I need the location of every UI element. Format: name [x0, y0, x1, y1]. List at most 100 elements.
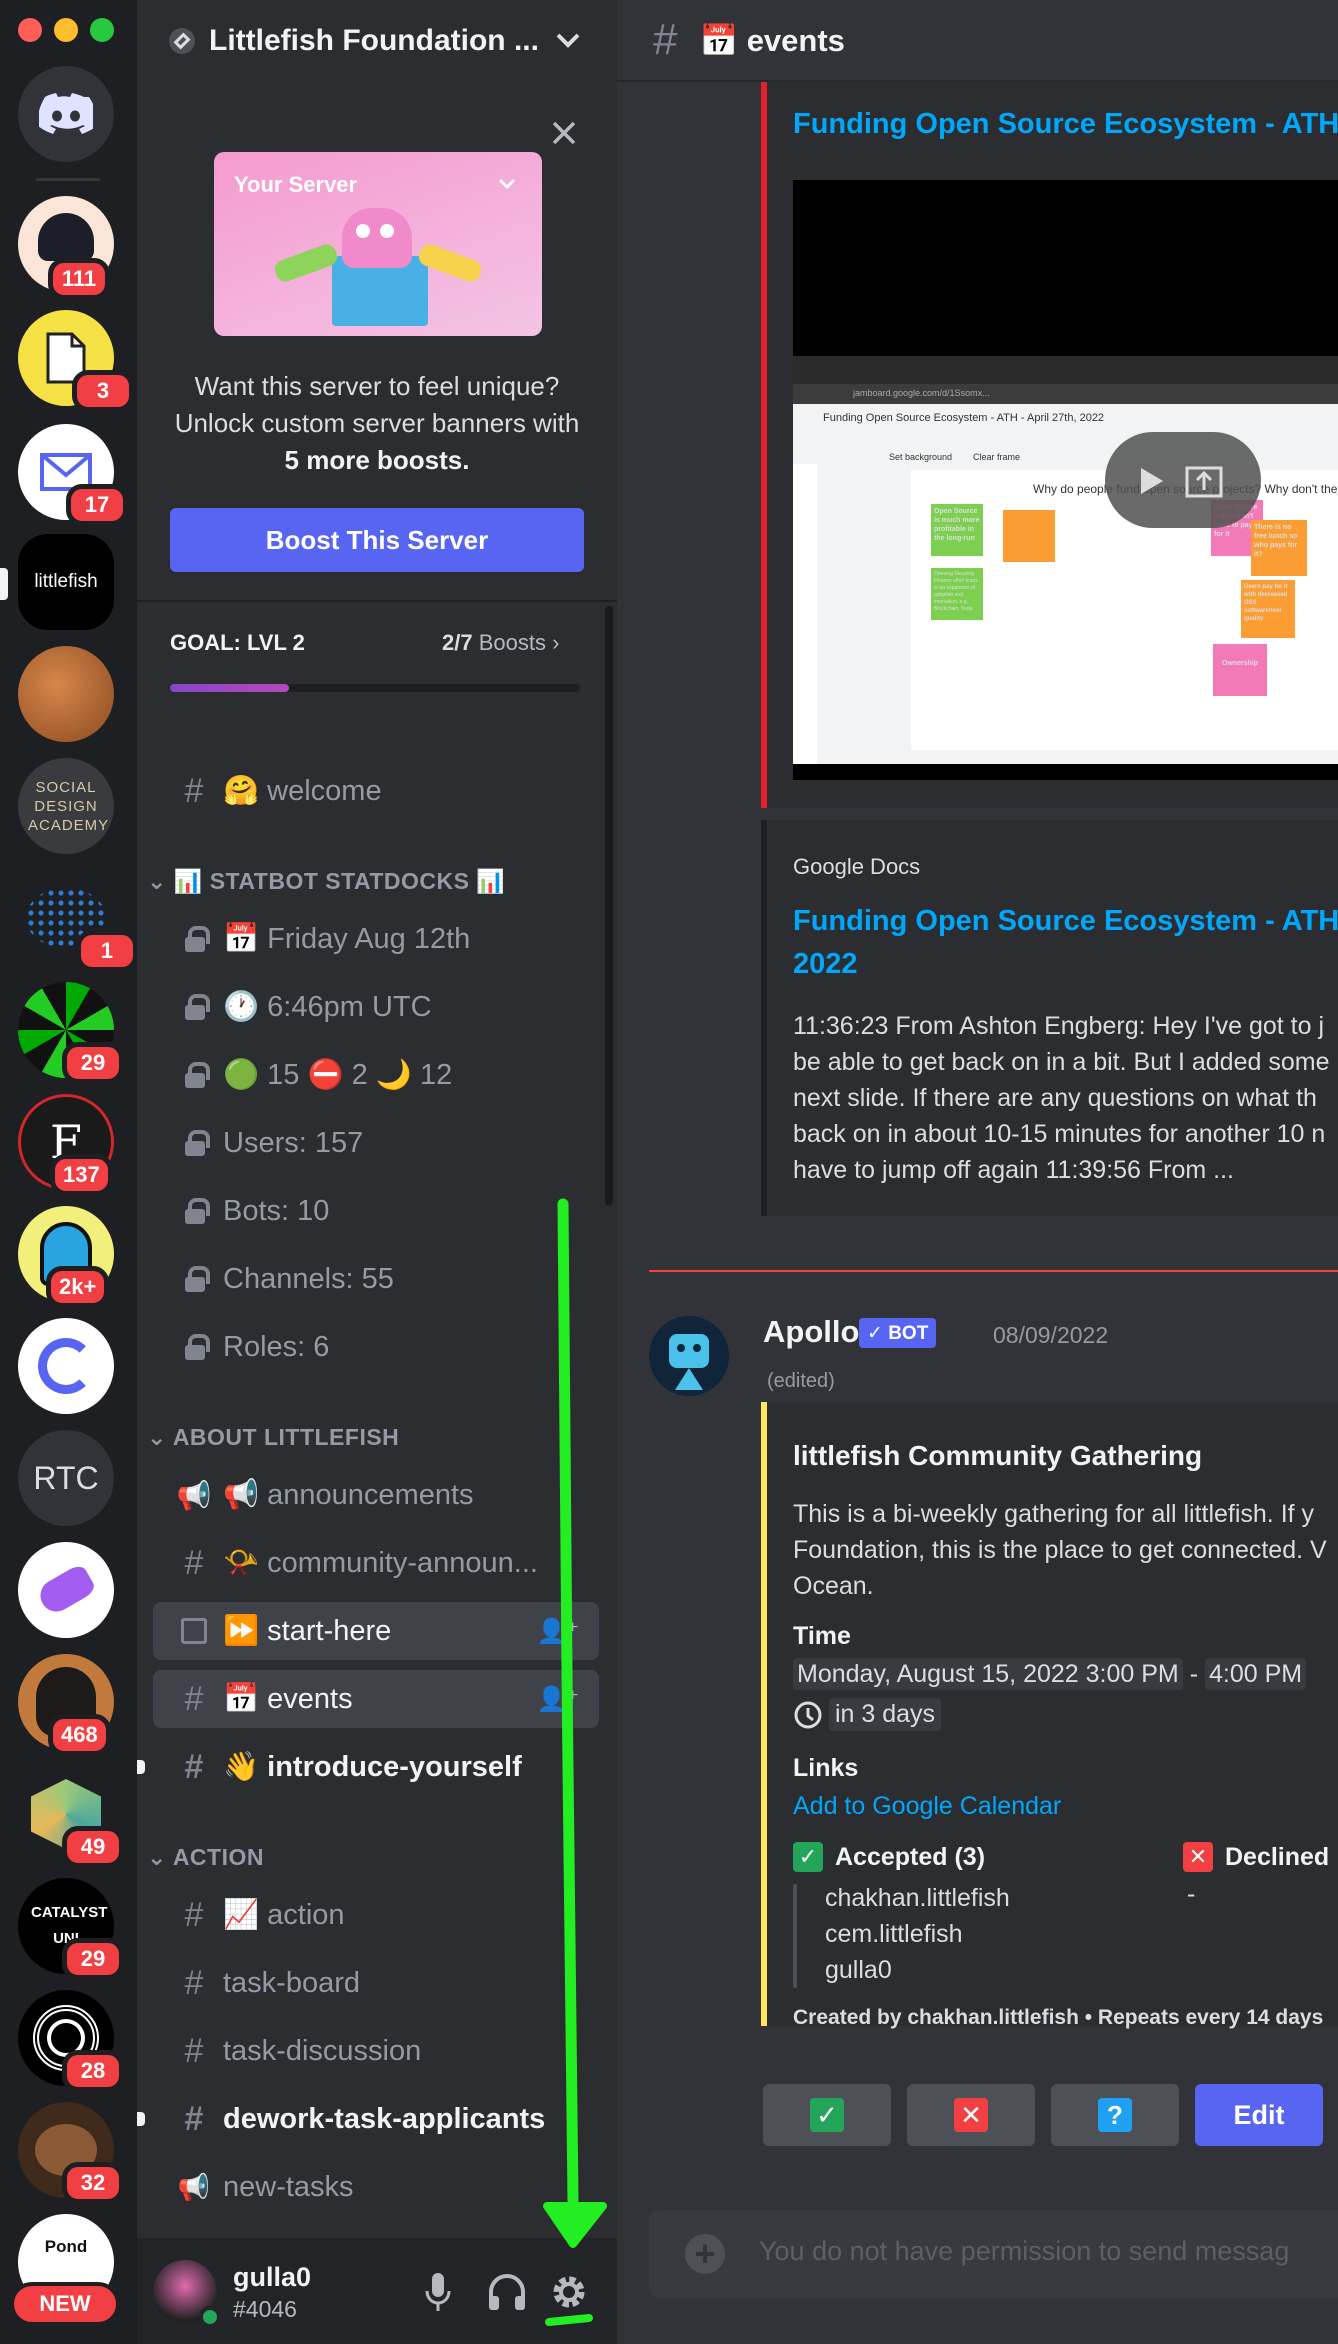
channel-sidebar: Littlefish Foundation ... Your Server Wa…: [137, 0, 617, 2344]
video-player[interactable]: jamboard.google.com/d/1Ssomx... Funding …: [793, 180, 1338, 780]
unread-badge: 32: [62, 2162, 124, 2204]
embed-desc-line: next slide. If there are any questions o…: [793, 1084, 1317, 1112]
message-composer[interactable]: + You do not have permission to send mes…: [649, 2210, 1338, 2298]
event-relative-time: in 3 days: [793, 1698, 942, 1731]
sticky-note: There is no free lunch so who pays for i…: [1251, 520, 1307, 576]
unread-badge: 3: [72, 370, 134, 412]
littlefish-server-label: littlefish: [34, 571, 98, 592]
declined-label: Declined: [1225, 1842, 1330, 1871]
edited-label: (edited): [767, 1370, 835, 1392]
video-toolbar-text: Clear frame: [973, 452, 1021, 462]
time-label: Time: [793, 1622, 851, 1650]
edit-button[interactable]: Edit: [1195, 2084, 1323, 2146]
open-external-icon: [1185, 466, 1223, 498]
embed-desc-line: 11:36:23 From Ashton Engberg: Hey I've g…: [793, 1012, 1325, 1040]
relative-time-text[interactable]: in 3 days: [829, 1698, 942, 1731]
sticky-note: Users pay for it with decreased OSS soft…: [1241, 580, 1295, 638]
rail-divider: [36, 178, 100, 181]
message-author[interactable]: Apollo: [763, 1314, 859, 1350]
video-doc-title: Funding Open Source Ecosystem - ATH - Ap…: [823, 412, 1105, 424]
accept-button[interactable]: ✓: [763, 2084, 891, 2146]
sticky-note: Opening Securing Finance effort leads to…: [931, 568, 983, 620]
discord-home-button[interactable]: [18, 66, 114, 162]
embed-title-line: 2022: [793, 948, 858, 980]
text-channel-icon: #: [653, 15, 678, 64]
declined-header: ✕ Declined: [1183, 1842, 1329, 1872]
event-time-end[interactable]: 4:00 PM: [1204, 1658, 1307, 1690]
google-calendar-link[interactable]: Add to Google Calendar: [793, 1792, 1061, 1821]
new-messages-divider: [649, 1270, 1338, 1272]
channel-title: 📅 events: [699, 22, 845, 58]
message-timestamp: 08/09/2022: [993, 1322, 1109, 1348]
declined-list: -: [1187, 1880, 1196, 1908]
unread-badge: 111: [48, 258, 110, 300]
tentative-button[interactable]: ?: [1051, 2084, 1179, 2146]
new-servers-badge[interactable]: NEW: [10, 2282, 120, 2326]
rtc-server-label: RTC: [33, 1459, 99, 1496]
embed-desc-line: have to jump off again 11:39:56 From ...: [793, 1156, 1235, 1184]
unread-badge: 137: [50, 1154, 113, 1196]
video-toolbar-text: Set background: [889, 452, 953, 462]
event-footer: Created by chakhan.littlefish • Repeats …: [793, 2006, 1324, 2029]
server-c-logo[interactable]: [18, 1318, 114, 1414]
close-window-button[interactable]: [18, 18, 42, 42]
event-time: Monday, August 15, 2022 3:00 PM - 4:00 P…: [793, 1658, 1307, 1690]
attendee-name: gulla0: [825, 1956, 892, 1984]
server-rtc[interactable]: RTC: [18, 1430, 114, 1526]
event-desc-line: Foundation, this is the place to get con…: [793, 1536, 1327, 1564]
jamboard-frame: Funding Open Source Ecosystem - ATH - Ap…: [793, 404, 1338, 764]
event-title: littlefish Community Gathering: [793, 1440, 1203, 1471]
event-embed: littlefish Community Gathering This is a…: [761, 1402, 1338, 2029]
x-icon: ✕: [1183, 1842, 1213, 1872]
video-url: jamboard.google.com/d/1Ssomx...: [793, 384, 1338, 404]
embed-desc-line: back on in about 10-15 minutes for anoth…: [793, 1120, 1326, 1148]
sticky-note: Open Source is much more profitable in t…: [931, 504, 983, 556]
embed-description: 11:36:23 From Ashton Engberg: Hey I've g…: [793, 1008, 1329, 1188]
x-icon: ✕: [954, 2098, 988, 2132]
event-time-separator: -: [1189, 1660, 1199, 1688]
unread-badge: 29: [62, 1042, 124, 1084]
accepted-list: chakhan.littlefish cem.littlefish gulla0: [825, 1880, 1010, 1988]
embed-desc-line: be able to get back on in a bit. But I a…: [793, 1048, 1330, 1076]
unread-badge: 2k+: [46, 1266, 110, 1308]
clock-icon: [794, 1701, 822, 1728]
unread-badge: 28: [62, 2050, 124, 2092]
composer-placeholder: You do not have permission to send messa…: [759, 2236, 1290, 2266]
minimize-window-button[interactable]: [54, 18, 78, 42]
embed-title-line: Funding Open Source Ecosystem - ATH -: [793, 905, 1338, 937]
decline-button[interactable]: ✕: [907, 2084, 1035, 2146]
chat-area: # 📅 events Funding Open Source Ecosystem…: [617, 0, 1338, 2344]
server-rail: littlefish SOCIAL DESIGN ACADEMY F RTC C…: [0, 0, 138, 2344]
add-attachment-icon[interactable]: +: [685, 2233, 725, 2274]
annotation-arrow-icon: [543, 1198, 607, 2326]
channel-header: # 📅 events: [617, 0, 1338, 82]
check-icon: ✓: [810, 2098, 844, 2132]
avatar[interactable]: [649, 1316, 729, 1396]
server-penny[interactable]: [18, 646, 114, 742]
sticky-note: Ownership: [1213, 644, 1267, 696]
play-icon: [1141, 468, 1163, 494]
embed-video: Funding Open Source Ecosystem - ATH - ja…: [761, 82, 1338, 808]
play-button[interactable]: [1105, 432, 1261, 528]
unread-badge: 468: [48, 1714, 111, 1756]
links-label: Links: [793, 1754, 859, 1782]
question-icon: ?: [1098, 2098, 1132, 2132]
embed-title-link[interactable]: Funding Open Source Ecosystem - ATH -: [793, 108, 1338, 141]
discord-app: littlefish SOCIAL DESIGN ACADEMY F RTC C…: [0, 0, 1338, 2344]
server-littlefish[interactable]: littlefish: [18, 534, 114, 630]
zoom-window-button[interactable]: [90, 18, 114, 42]
embed-title-link[interactable]: Funding Open Source Ecosystem - ATH - 20…: [793, 900, 1338, 986]
discord-logo-icon: [39, 93, 93, 134]
server-rocket[interactable]: [18, 1542, 114, 1638]
unread-badge: 17: [66, 484, 128, 526]
accepted-header: ✓ Accepted (3): [793, 1842, 985, 1872]
social-design-academy-label: SOCIAL DESIGN ACADEMY: [28, 778, 110, 834]
event-time-start[interactable]: Monday, August 15, 2022 3:00 PM: [793, 1658, 1183, 1690]
event-desc-line: Ocean.: [793, 1572, 874, 1600]
embed-google-docs: Google Docs Funding Open Source Ecosyste…: [761, 820, 1338, 1216]
attendee-name: chakhan.littlefish: [825, 1884, 1010, 1912]
bot-tag: ✓ BOT: [859, 1318, 937, 1348]
check-icon: ✓: [793, 1842, 823, 1872]
server-social-design-academy[interactable]: SOCIAL DESIGN ACADEMY: [18, 758, 114, 854]
unread-badge: 1: [76, 930, 138, 972]
